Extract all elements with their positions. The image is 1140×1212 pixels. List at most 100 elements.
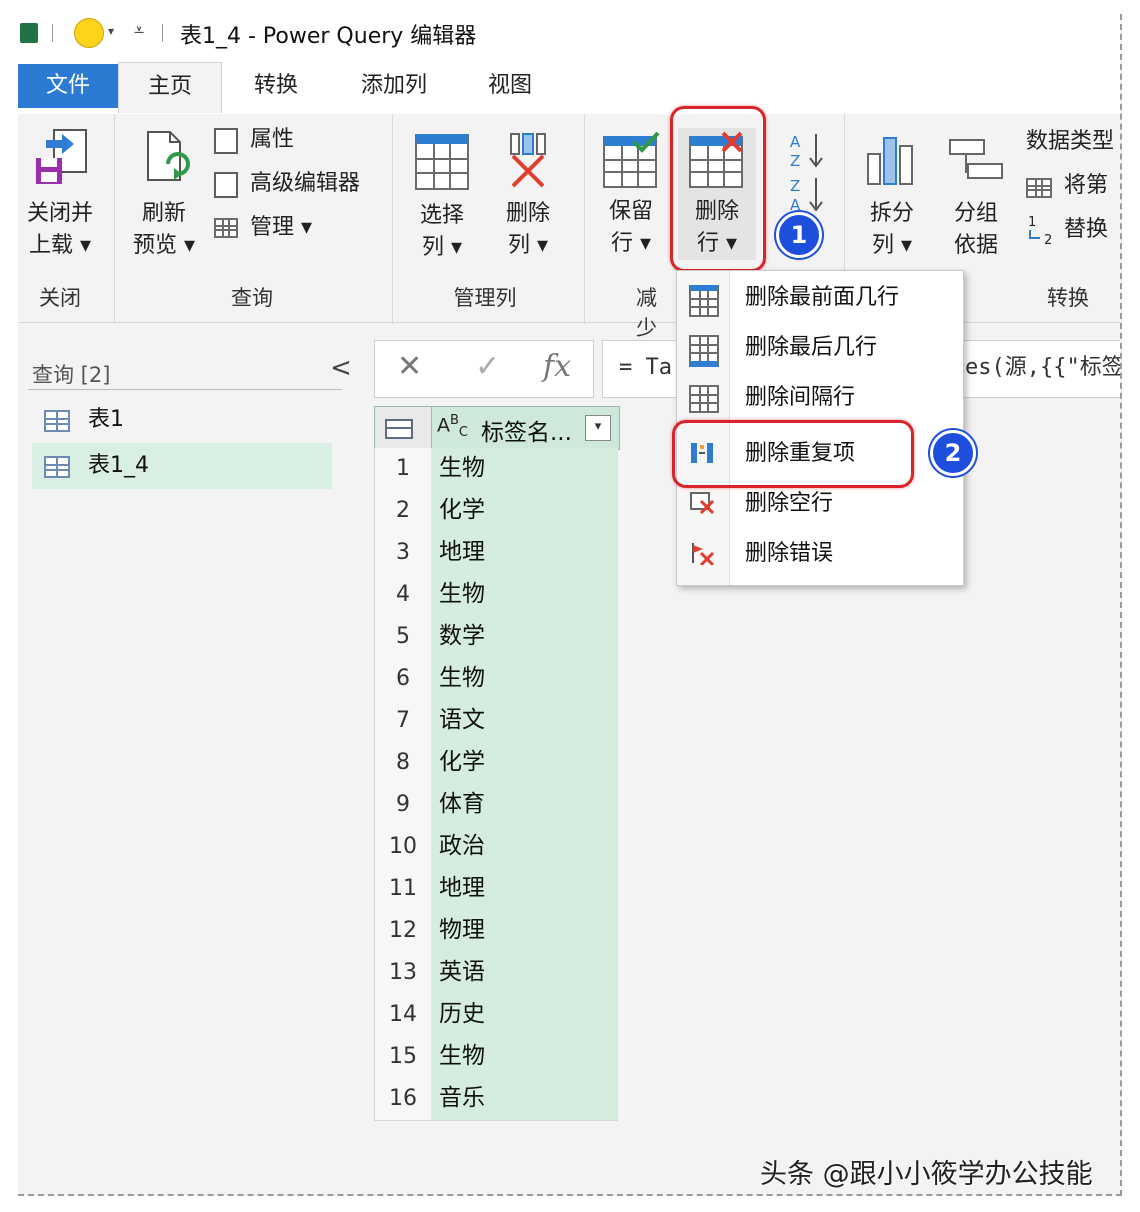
cell-value[interactable]: 数学	[431, 616, 618, 658]
svg-text:A: A	[790, 133, 801, 151]
replace-values-icon: 1 2	[1028, 215, 1052, 248]
table-row[interactable]: 4 生物	[374, 574, 618, 617]
group-label-manage-columns: 管理列	[453, 286, 517, 310]
row-number: 2	[374, 490, 432, 532]
table-row[interactable]: 12 物理	[374, 910, 618, 953]
close-and-load-button[interactable]: 关闭并 上载 ▾	[18, 124, 102, 262]
choose-columns-button[interactable]: 选择 列 ▾	[402, 128, 482, 264]
cell-value[interactable]: 体育	[431, 784, 618, 826]
row-number: 14	[374, 994, 432, 1036]
text-type-icon[interactable]: ABC	[437, 413, 468, 440]
cell-value[interactable]: 物理	[431, 910, 618, 952]
sort-ascending-button[interactable]: A Z	[788, 130, 828, 170]
table-row[interactable]: 3 地理	[374, 532, 618, 575]
remove-columns-button[interactable]: 删除 列 ▾	[488, 128, 568, 262]
manage-icon	[214, 218, 238, 238]
cell-value[interactable]: 生物	[431, 574, 618, 616]
collapse-pane-icon[interactable]: <	[330, 353, 352, 383]
refresh-preview-button[interactable]: 刷新 预览 ▾	[122, 128, 206, 262]
table-row[interactable]: 2 化学	[374, 490, 618, 533]
keep-rows-label-2: 行 ▾	[610, 231, 652, 256]
group-label-close: 关闭	[39, 286, 81, 310]
remove-top-rows-icon	[689, 285, 719, 317]
cell-value[interactable]: 英语	[431, 952, 618, 994]
row-number: 13	[374, 952, 432, 994]
tab-add-column[interactable]: 添加列	[342, 62, 446, 112]
replace-values-label: 替换	[1064, 217, 1109, 242]
formula-bar-controls: ✕ ✓ fx	[374, 340, 594, 398]
cell-value[interactable]: 语文	[431, 700, 618, 742]
feedback-smiley-icon[interactable]	[74, 18, 104, 48]
remove-columns-label-1: 删除	[505, 201, 550, 226]
advanced-editor-button[interactable]: 高级编辑器	[214, 166, 360, 202]
step-badge-1: 1	[776, 212, 822, 258]
table-row[interactable]: 15 生物	[374, 1036, 618, 1079]
group-label-reduce-rows: 减少	[636, 286, 657, 340]
group-divider	[392, 114, 393, 324]
column-header[interactable]: ABC 标签名... ▾	[374, 406, 620, 450]
split-column-button[interactable]: 拆分 列 ▾	[852, 128, 932, 262]
tab-view[interactable]: 视图	[466, 62, 554, 112]
table-row[interactable]: 14 历史	[374, 994, 618, 1037]
close-and-load-label-1: 关闭并	[26, 201, 93, 226]
svg-text:Z: Z	[790, 177, 800, 195]
row-number: 10	[374, 826, 432, 868]
keep-rows-button[interactable]: 保留 行 ▾	[592, 128, 670, 260]
table-row[interactable]: 5 数学	[374, 616, 618, 659]
quick-access-dropdown-icon[interactable]: ▾	[108, 24, 114, 38]
customize-toolbar-icon[interactable]: ⩡	[134, 20, 144, 41]
use-first-row-icon	[1026, 178, 1052, 198]
table-row[interactable]: 9 体育	[374, 784, 618, 827]
queries-header: 查询 [2]	[32, 363, 111, 387]
row-number: 6	[374, 658, 432, 700]
table-row[interactable]: 16 音乐	[374, 1078, 618, 1121]
cancel-icon[interactable]: ✕	[397, 349, 422, 384]
callout-ring-remove-rows	[670, 106, 766, 272]
menu-item-label: 删除错误	[745, 541, 834, 566]
commit-icon[interactable]: ✓	[475, 349, 500, 384]
menu-item-remove-bottom-rows[interactable]: 删除最后几行	[677, 323, 963, 373]
fx-icon[interactable]: fx	[543, 349, 571, 384]
table-row[interactable]: 13 英语	[374, 952, 618, 995]
cell-value[interactable]: 音乐	[431, 1078, 618, 1120]
cell-value[interactable]: 化学	[431, 742, 618, 784]
ribbon-tabs: 文件 主页 转换 添加列 视图	[18, 54, 1120, 114]
sort-descending-button[interactable]: Z A	[788, 174, 828, 214]
table-row[interactable]: 10 政治	[374, 826, 618, 869]
cell-value[interactable]: 历史	[431, 994, 618, 1036]
tab-home[interactable]: 主页	[118, 62, 222, 113]
properties-label: 属性	[250, 127, 295, 152]
group-label-transform: 转换	[1047, 286, 1089, 310]
menu-item-remove-top-rows[interactable]: 删除最前面几行	[677, 273, 963, 323]
group-by-button[interactable]: 分组 依据	[936, 128, 1016, 262]
table-row[interactable]: 8 化学	[374, 742, 618, 785]
tab-transform[interactable]: 转换	[232, 62, 320, 112]
manage-button[interactable]: 管理 ▾	[214, 210, 312, 246]
use-first-row-button[interactable]: 将第	[1026, 168, 1108, 204]
cell-value[interactable]: 政治	[431, 826, 618, 868]
data-type-button[interactable]: 数据类型	[1026, 124, 1114, 160]
cell-value[interactable]: 生物	[431, 658, 618, 700]
cell-value[interactable]: 生物	[431, 448, 618, 490]
menu-item-remove-alternate-rows[interactable]: 删除间隔行	[677, 373, 963, 423]
table-row[interactable]: 1 生物	[374, 448, 618, 491]
query-item[interactable]: 表1	[32, 397, 332, 443]
replace-values-button[interactable]: 1 2 替换	[1026, 212, 1108, 248]
cell-value[interactable]: 地理	[431, 868, 618, 910]
query-item[interactable]: 表1_4	[32, 443, 332, 489]
table-row[interactable]: 11 地理	[374, 868, 618, 911]
menu-item-remove-errors[interactable]: 删除错误	[677, 529, 963, 579]
properties-button[interactable]: 属性	[214, 122, 294, 158]
column-filter-dropdown-icon[interactable]: ▾	[585, 415, 611, 441]
manage-label: 管理 ▾	[250, 215, 313, 240]
queries-divider	[28, 389, 342, 390]
cell-value[interactable]: 地理	[431, 532, 618, 574]
table-menu-button[interactable]	[375, 407, 432, 449]
table-row[interactable]: 7 语文	[374, 700, 618, 743]
group-divider	[584, 114, 585, 324]
cell-value[interactable]: 生物	[431, 1036, 618, 1078]
tab-file[interactable]: 文件	[18, 64, 118, 108]
cell-value[interactable]: 化学	[431, 490, 618, 532]
row-number: 5	[374, 616, 432, 658]
table-row[interactable]: 6 生物	[374, 658, 618, 701]
